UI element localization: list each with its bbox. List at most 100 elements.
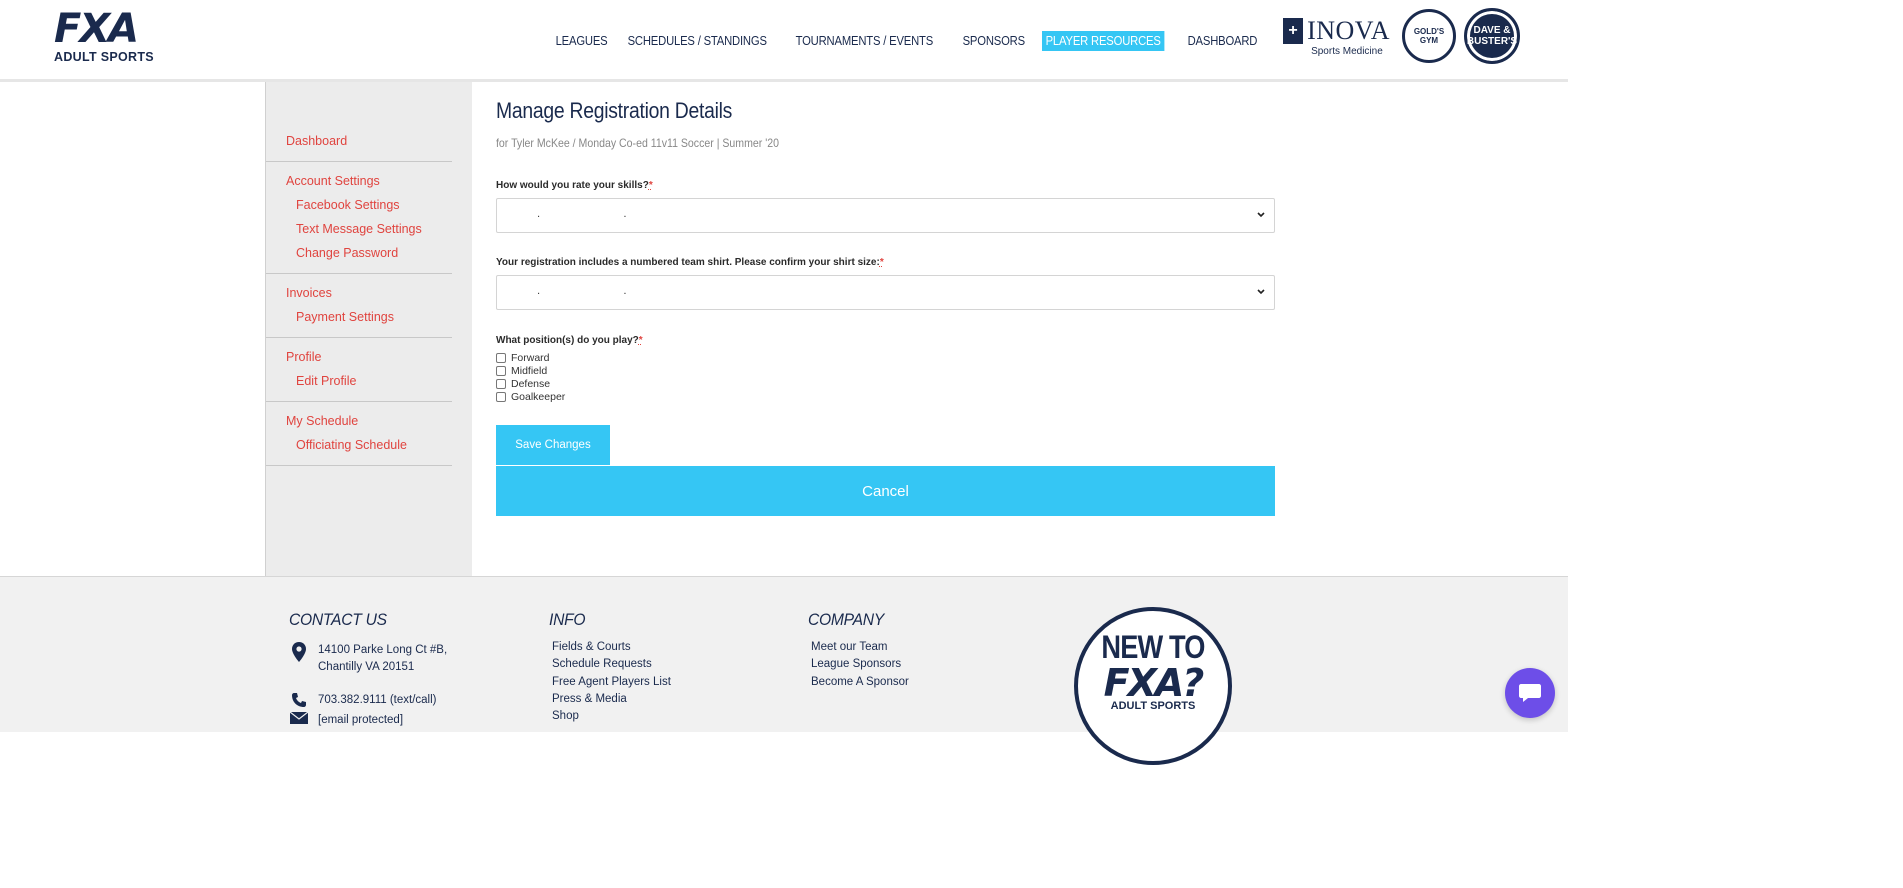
nav-player-resources[interactable]: PLAYER RESOURCES [1042, 31, 1165, 51]
skill-select[interactable]: . . [496, 198, 1275, 233]
required-marker: * [638, 335, 643, 346]
sponsor-logos: + INOVA Sports Medicine GOLD'S GYM DAVE … [1283, 8, 1520, 64]
save-changes-button[interactable]: Save Changes [496, 425, 610, 465]
shirt-size-field: Your registration includes a numbered te… [496, 257, 1276, 310]
cancel-button[interactable]: Cancel [496, 466, 1275, 516]
footer-link-press-media[interactable]: Press & Media [552, 691, 671, 708]
sidebar-item-my-schedule[interactable]: My Schedule [286, 409, 452, 433]
badge-line2: FXA? [1103, 661, 1205, 705]
footer-phone-row: 703.382.9111 (text/call) [289, 692, 447, 712]
main-nav: LEAGUES SCHEDULES / STANDINGS TOURNAMENT… [552, 31, 1276, 51]
footer-link-free-agent-players[interactable]: Free Agent Players List [552, 674, 671, 691]
nav-tournaments-events[interactable]: TOURNAMENTS / EVENTS [792, 31, 937, 51]
page-subtitle: for Tyler McKee / Monday Co-ed 11v11 Soc… [496, 136, 779, 150]
position-label-text: What position(s) do you play? [496, 335, 639, 346]
site-header: FXA ADULT SPORTS LEAGUES SCHEDULES / STA… [0, 0, 1568, 82]
chat-widget-button[interactable] [1505, 668, 1555, 718]
sidebar-group-invoices: Invoices Payment Settings [266, 274, 452, 338]
footer-address-line1: 14100 Parke Long Ct #B, [318, 644, 448, 656]
footer-email-row: [email protected] [289, 711, 447, 732]
position-option-defense[interactable]: Defense [496, 377, 1276, 390]
skill-label: How would you rate your skills?* [496, 180, 1276, 191]
chevron-down-icon [1257, 212, 1265, 218]
footer-link-schedule-requests[interactable]: Schedule Requests [552, 656, 671, 673]
footer-company-heading: COMPANY [808, 610, 884, 629]
skill-label-text: How would you rate your skills? [496, 180, 649, 191]
sidebar-item-profile[interactable]: Profile [286, 345, 452, 369]
position-option-midfield[interactable]: Midfield [496, 364, 1276, 377]
midfield-checkbox[interactable] [496, 365, 506, 376]
sidebar-item-dashboard[interactable]: Dashboard [286, 129, 452, 153]
footer-info-heading: INFO [549, 610, 586, 629]
logo-fxa-text: FXA [54, 6, 139, 52]
site-footer: CONTACT US 14100 Parke Long Ct #B, Chant… [0, 576, 1568, 765]
account-sidebar: Dashboard Account Settings Facebook Sett… [265, 82, 472, 576]
footer-link-shop[interactable]: Shop [552, 708, 671, 725]
badge-line3: ADULT SPORTS [1110, 700, 1196, 712]
position-field: What position(s) do you play?* Forward M… [496, 335, 1276, 403]
defense-checkbox[interactable] [496, 378, 506, 389]
sidebar-item-invoices[interactable]: Invoices [286, 281, 452, 305]
sidebar-group-account: Account Settings Facebook Settings Text … [266, 162, 452, 274]
inova-cross-icon: + [1283, 17, 1304, 44]
footer-link-fields-courts[interactable]: Fields & Courts [552, 639, 671, 656]
required-marker: * [879, 257, 884, 268]
nav-sponsors[interactable]: SPONSORS [959, 31, 1029, 51]
footer-address: 14100 Parke Long Ct #B, Chantilly VA 201… [289, 642, 447, 677]
badge-line1: NEW TO [1101, 629, 1205, 665]
footer-contact-heading: CONTACT US [289, 610, 387, 629]
position-option-forward[interactable]: Forward [496, 351, 1276, 364]
footer-link-meet-team[interactable]: Meet our Team [811, 639, 909, 656]
footer-address-line2: Chantilly VA 20151 [318, 661, 415, 674]
sidebar-item-edit-profile[interactable]: Edit Profile [286, 369, 452, 393]
footer-link-become-sponsor[interactable]: Become A Sponsor [811, 674, 909, 691]
required-marker: * [648, 180, 653, 191]
chat-bubble-icon [1519, 684, 1541, 702]
forward-label: Forward [511, 351, 550, 364]
phone-icon [289, 692, 309, 712]
skill-select-value: . . [537, 209, 667, 220]
dave-busters-logo[interactable]: DAVE & BUSTER'S [1464, 8, 1520, 64]
sidebar-item-change-password[interactable]: Change Password [286, 241, 452, 265]
shirt-size-label: Your registration includes a numbered te… [496, 257, 1276, 268]
registration-form: Manage Registration Details for Tyler Mc… [496, 82, 1276, 516]
new-to-fxa-badge[interactable]: NEW TO FXA? ADULT SPORTS [1074, 607, 1232, 765]
nav-leagues[interactable]: LEAGUES [552, 31, 611, 51]
footer-contact: CONTACT US 14100 Parke Long Ct #B, Chant… [289, 610, 447, 732]
sidebar-item-officiating-schedule[interactable]: Officiating Schedule [286, 433, 452, 457]
position-label: What position(s) do you play?* [496, 335, 1276, 346]
golds-gym-logo[interactable]: GOLD'S GYM [1402, 9, 1456, 63]
sidebar-item-payment-settings[interactable]: Payment Settings [286, 305, 452, 329]
logo-adult-sports-text: ADULT SPORTS [54, 50, 154, 64]
chevron-down-icon [1257, 289, 1265, 295]
footer-link-league-sponsors[interactable]: League Sponsors [811, 656, 909, 673]
position-option-goalkeeper[interactable]: Goalkeeper [496, 390, 1276, 403]
sidebar-group-profile: Profile Edit Profile [266, 338, 452, 402]
sidebar-item-facebook-settings[interactable]: Facebook Settings [286, 193, 452, 217]
position-checkboxes: Forward Midfield Defense Goalkeeper [496, 351, 1276, 403]
goalkeeper-label: Goalkeeper [511, 390, 566, 403]
shirt-size-select-value: . . [537, 286, 667, 297]
page-title: Manage Registration Details [496, 98, 733, 123]
map-pin-icon [289, 642, 309, 662]
inova-logo[interactable]: + INOVA Sports Medicine [1283, 16, 1390, 57]
skill-field: How would you rate your skills?* . . [496, 180, 1276, 233]
inova-sub: Sports Medicine [1311, 45, 1383, 57]
defense-label: Defense [511, 377, 551, 390]
sidebar-group-dashboard: Dashboard [266, 122, 452, 162]
shirt-size-select[interactable]: . . [496, 275, 1275, 310]
goalkeeper-checkbox[interactable] [496, 391, 506, 402]
footer-phone[interactable]: 703.382.9111 (text/call) [318, 692, 436, 709]
footer-email[interactable]: [email protected] [318, 712, 403, 729]
shirt-size-label-text: Your registration includes a numbered te… [496, 257, 880, 268]
nav-schedules-standings[interactable]: SCHEDULES / STANDINGS [624, 31, 770, 51]
sidebar-item-text-message-settings[interactable]: Text Message Settings [286, 217, 452, 241]
nav-dashboard[interactable]: DASHBOARD [1184, 31, 1261, 51]
email-icon [289, 711, 309, 732]
footer-info: INFO Fields & Courts Schedule Requests F… [549, 610, 671, 725]
midfield-label: Midfield [511, 364, 548, 377]
sidebar-item-account-settings[interactable]: Account Settings [286, 169, 452, 193]
footer-company: COMPANY Meet our Team League Sponsors Be… [808, 610, 909, 691]
forward-checkbox[interactable] [496, 352, 506, 363]
fxa-logo[interactable]: FXA ADULT SPORTS [54, 6, 172, 64]
